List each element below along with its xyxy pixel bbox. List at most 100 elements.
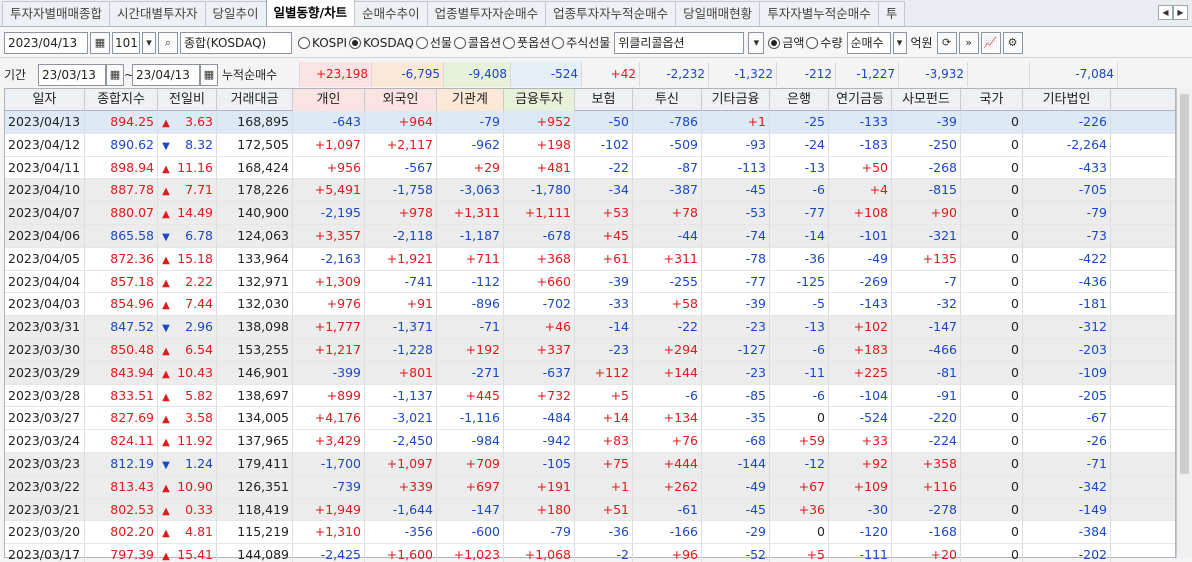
column-header-14[interactable]: 국가	[961, 89, 1023, 111]
data-cell: +711	[437, 247, 504, 270]
table-row[interactable]: 2023/03/20 802.20 ▲ 4.81 115,219 +1,310 -356 -6…	[5, 521, 1175, 545]
table-row[interactable]: 2023/03/30 850.48 ▲ 6.54 153,255 +1,217 -1,228…	[5, 338, 1175, 362]
column-header-5[interactable]: 외국인	[365, 89, 437, 111]
tab-4[interactable]: 순매수추이	[354, 1, 428, 26]
table-row[interactable]: 2023/04/04 857.18 ▲ 2.22 132,971 +1,309 -741 -1…	[5, 270, 1175, 294]
code-dropdown-icon[interactable]: ▾	[142, 31, 156, 54]
data-cell: -433	[1023, 156, 1111, 179]
tab-1[interactable]: 시간대별투자자	[109, 1, 206, 26]
code-input[interactable]: 101	[112, 31, 140, 54]
data-cell: -637	[504, 361, 575, 384]
column-header-15[interactable]: 기타법인	[1023, 89, 1111, 111]
index-cell: 797.39	[85, 544, 158, 562]
market-radio-3[interactable]: 콜옵션	[453, 34, 501, 51]
column-header-10[interactable]: 기타금융	[702, 89, 770, 111]
period-from-input[interactable]: 23/03/13	[38, 63, 106, 86]
up-arrow-icon: ▲	[162, 345, 170, 357]
column-header-12[interactable]: 연기금등	[829, 89, 892, 111]
vertical-scrollbar[interactable]	[1176, 88, 1192, 558]
settings-icon[interactable]: ⚙	[1002, 31, 1023, 54]
column-header-11[interactable]: 은행	[770, 89, 829, 111]
tab-prev-button[interactable]: ◀	[1158, 5, 1173, 20]
market-radio-1[interactable]: KOSDAQ	[349, 36, 414, 50]
tab-0[interactable]: 투자자별매매종합	[2, 1, 111, 26]
data-cell: +1,097	[365, 452, 437, 475]
tab-3[interactable]: 일별동향/차트	[265, 0, 356, 26]
market-radio-2[interactable]: 선물	[415, 34, 452, 51]
market-dropdown-icon[interactable]: ▾	[748, 31, 765, 54]
from-calendar-icon[interactable]: ▦	[106, 63, 124, 86]
column-header-4[interactable]: 개인	[293, 89, 365, 111]
data-cell: -73	[1023, 224, 1111, 247]
change-value: 10.43	[177, 364, 213, 380]
data-cell: -49	[829, 247, 892, 270]
search-icon[interactable]: ⌕	[158, 31, 178, 54]
column-header-0[interactable]: 일자	[5, 89, 85, 111]
column-header-2[interactable]: 전일비	[158, 89, 217, 111]
table-row[interactable]: 2023/03/28 833.51 ▲ 5.82 138,697 +899 -1,137 +4…	[5, 384, 1175, 408]
table-row[interactable]: 2023/03/22 813.43 ▲ 10.90 126,351 -739 +339 +69…	[5, 475, 1175, 499]
table-row[interactable]: 2023/04/07 880.07 ▲ 14.49 140,900 -2,195 +978 +…	[5, 202, 1175, 225]
tab-7[interactable]: 당일매매현황	[675, 1, 761, 26]
period-to-input[interactable]: 23/04/13	[132, 63, 200, 86]
table-row[interactable]: 2023/03/24 824.11 ▲ 11.92 137,965 +3,429 -2,45…	[5, 430, 1175, 453]
change-value: 6.78	[185, 227, 213, 243]
column-header-6[interactable]: 기관계	[437, 89, 504, 111]
tab-8[interactable]: 투자자별누적순매수	[759, 1, 879, 26]
change-cell: ▲ 10.90	[158, 475, 217, 498]
table-row[interactable]: 2023/03/21 802.53 ▲ 0.33 118,419 +1,949 -1,644…	[5, 498, 1175, 522]
type-select[interactable]: 순매수	[846, 31, 891, 54]
calendar-icon[interactable]: ▦	[90, 31, 110, 54]
date-input[interactable]: 2023/04/13	[4, 31, 88, 54]
table-row[interactable]: 2023/04/03 854.96 ▲ 7.44 132,030 +976 +91 -896-…	[5, 293, 1175, 317]
table-row[interactable]: 2023/03/23 812.19 ▼ 1.24 179,411 -1,700 +1,097…	[5, 452, 1175, 476]
table-row[interactable]: 2023/04/12 890.62 ▼ 8.32 172,505 +1,097 +2,117…	[5, 133, 1175, 157]
table-row[interactable]: 2023/04/06 865.58 ▼ 6.78 124,063 +3,357 -2,118…	[5, 224, 1175, 248]
next-icon[interactable]: »	[958, 31, 979, 54]
data-cell: +51	[575, 498, 633, 521]
table-row[interactable]: 2023/03/17 797.39 ▲ 15.41 144,089 -2,425 +1,60…	[5, 544, 1175, 562]
tab-2[interactable]: 당일추이	[204, 1, 267, 26]
tab-9[interactable]: 투	[877, 1, 906, 26]
type-dropdown-icon[interactable]: ▾	[892, 31, 907, 54]
table-row[interactable]: 2023/04/10 887.78 ▲ 7.71 178,226 +5,491 -1,758…	[5, 179, 1175, 203]
column-header-7[interactable]: 금융투자	[504, 89, 575, 111]
period-summary-row: 기간 23/03/13 ▦ ~ 23/04/13 ▦ 누적순매수 +23,198…	[0, 62, 1192, 87]
table-row[interactable]: 2023/03/27 827.69 ▲ 3.58 134,005 +4,176 -3,021…	[5, 407, 1175, 431]
data-cell: -67	[1023, 407, 1111, 430]
market-select[interactable]: 위클리콜옵션	[614, 31, 745, 54]
chart-icon[interactable]: 📈	[980, 31, 1001, 54]
table-row[interactable]: 2023/03/31 847.52 ▼ 2.96 138,098 +1,777 -1,371…	[5, 316, 1175, 339]
tab-next-button[interactable]: ▶	[1173, 5, 1188, 20]
tab-6[interactable]: 업종투자자누적순매수	[545, 1, 677, 26]
column-header-13[interactable]: 사모펀드	[892, 89, 961, 111]
data-cell: +976	[293, 293, 365, 316]
column-header-8[interactable]: 보험	[575, 89, 633, 111]
unit-radio-1[interactable]: 수량	[806, 34, 843, 51]
market-radio-5[interactable]: 주식선물	[552, 34, 610, 51]
summary-cell	[968, 62, 1030, 87]
column-header-9[interactable]: 투신	[633, 89, 702, 111]
unit-radio-0[interactable]: 금액	[768, 34, 804, 51]
summary-cell: -524	[511, 62, 582, 87]
column-header-1[interactable]: 종합지수	[85, 89, 158, 111]
data-cell: +192	[437, 338, 504, 361]
table-row[interactable]: 2023/04/11 898.94 ▲ 11.16 168,424 +956 -567 +29…	[5, 156, 1175, 180]
data-cell: -143	[829, 293, 892, 316]
tab-5[interactable]: 업종별투자자순매수	[426, 1, 547, 26]
data-cell: +2,117	[365, 133, 437, 156]
data-cell: +109	[829, 475, 892, 498]
table-row[interactable]: 2023/04/13 894.25 ▲ 3.63 168,895 -643 +964 -79 +…	[5, 111, 1175, 134]
market-radio-4[interactable]: 풋옵션	[503, 34, 550, 51]
refresh-icon[interactable]: ⟳	[936, 31, 957, 54]
data-cell: +4,176	[293, 407, 365, 430]
table-row[interactable]: 2023/03/29 843.94 ▲ 10.43 146,901 -399 +801 -27…	[5, 361, 1175, 385]
to-calendar-icon[interactable]: ▦	[200, 63, 218, 86]
market-radio-0[interactable]: KOSPI	[298, 36, 347, 50]
data-cell: -125	[770, 270, 829, 293]
data-cell: 0	[961, 498, 1023, 521]
change-cell: ▲ 3.58	[158, 407, 217, 430]
table-row[interactable]: 2023/04/05 872.36 ▲ 15.18 133,964 -2,163 +1,92…	[5, 247, 1175, 271]
column-header-3[interactable]: 거래대금	[217, 89, 293, 111]
change-value: 10.90	[177, 478, 213, 494]
